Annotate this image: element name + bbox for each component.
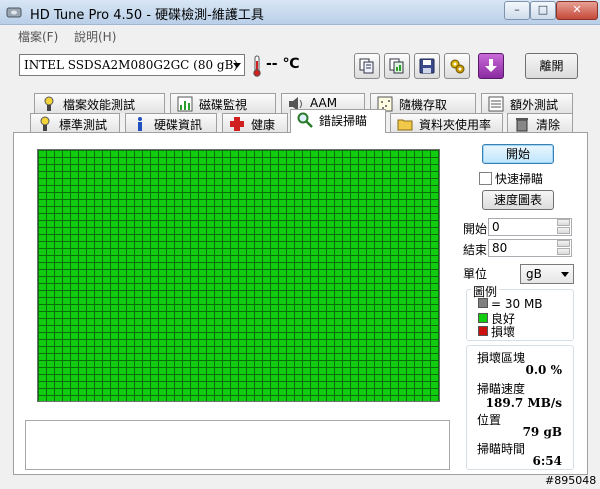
download-button[interactable] bbox=[478, 53, 504, 79]
tab-disk-monitor[interactable]: 磁碟監視 bbox=[170, 93, 276, 113]
green-swatch-icon bbox=[478, 313, 488, 323]
disk-monitor-icon bbox=[177, 96, 193, 112]
copy-info-button[interactable] bbox=[354, 53, 380, 79]
end-label: 結束 bbox=[463, 243, 488, 257]
menu-bar: 檔案(F) 說明(H) bbox=[0, 25, 600, 45]
close-button[interactable]: ✕ bbox=[556, 1, 598, 20]
drive-select[interactable]: INTEL SSDSA2M080G2GC (80 gB) bbox=[19, 54, 245, 76]
speed-map-button[interactable]: 速度圖表 bbox=[482, 190, 554, 210]
download-icon bbox=[485, 59, 497, 72]
info-icon bbox=[138, 117, 142, 131]
red-swatch-icon bbox=[478, 326, 488, 336]
checkbox-box[interactable] bbox=[479, 172, 492, 185]
legend-label: = 30 MB bbox=[491, 297, 543, 311]
tab-label: 檔案效能測試 bbox=[63, 98, 136, 112]
tab-health[interactable]: 健康 bbox=[222, 113, 288, 133]
tab-label: 額外測試 bbox=[510, 98, 559, 112]
tab-label: 標準測試 bbox=[59, 118, 108, 132]
tab-label: 健康 bbox=[251, 118, 276, 132]
legend-item-damaged: 損壞 bbox=[478, 323, 515, 340]
tab-label: AAM bbox=[310, 96, 338, 110]
unit-select[interactable]: gB bbox=[520, 264, 574, 284]
menu-file[interactable]: 檔案(F) bbox=[18, 28, 58, 45]
chevron-down-icon bbox=[561, 272, 569, 277]
tab-label: 硬碟資訊 bbox=[154, 118, 203, 132]
start-spinner[interactable]: 0 bbox=[488, 218, 572, 236]
tab-folder-usage[interactable]: 資料夾使用率 bbox=[390, 113, 503, 133]
spin-up-icon[interactable] bbox=[557, 240, 570, 247]
scan-log bbox=[25, 420, 450, 470]
scan-speed-value: 189.7 MB/s bbox=[485, 396, 562, 410]
tab-erase[interactable]: 清除 bbox=[507, 113, 573, 133]
end-spinner[interactable]: 80 bbox=[488, 239, 572, 257]
scan-time-value: 6:54 bbox=[532, 454, 562, 468]
scan-block-grid bbox=[37, 149, 440, 402]
window-title: HD Tune Pro 4.50 - 硬碟檢測-維護工具 bbox=[30, 8, 264, 23]
tab-drive-info[interactable]: 硬碟資訊 bbox=[125, 113, 217, 133]
options-icon bbox=[450, 59, 465, 74]
file-benchmark-icon bbox=[44, 96, 54, 111]
legend-item-block: = 30 MB bbox=[478, 297, 543, 311]
start-label: 開始 bbox=[463, 222, 488, 236]
start-value: 0 bbox=[492, 220, 500, 234]
position-label: 位置 bbox=[477, 413, 502, 427]
tab-label: 資料夾使用率 bbox=[419, 118, 492, 132]
health-cross-icon bbox=[230, 117, 244, 131]
damaged-blocks-value: 0.0 % bbox=[525, 363, 562, 377]
unit-label: 單位 bbox=[463, 267, 488, 281]
legend-label: 損壞 bbox=[491, 325, 516, 339]
save-button[interactable] bbox=[414, 53, 440, 79]
copy-info-icon bbox=[359, 58, 374, 74]
minimize-button[interactable]: – bbox=[504, 1, 530, 20]
quick-scan-label: 快速掃瞄 bbox=[495, 172, 544, 186]
exit-button[interactable]: 離開 bbox=[525, 53, 578, 79]
save-icon bbox=[419, 58, 435, 74]
magnifier-icon bbox=[297, 112, 313, 128]
tab-file-benchmark[interactable]: 檔案效能測試 bbox=[34, 93, 165, 113]
copy-screenshot-button[interactable] bbox=[384, 53, 410, 79]
tab-label: 錯誤掃瞄 bbox=[319, 114, 368, 128]
position-value: 79 gB bbox=[522, 425, 562, 439]
tab-label: 隨機存取 bbox=[399, 98, 448, 112]
app-disk-icon bbox=[6, 7, 22, 18]
tab-label: 磁碟監視 bbox=[199, 98, 248, 112]
spin-up-icon[interactable] bbox=[557, 219, 570, 226]
folder-icon bbox=[397, 119, 413, 131]
end-value: 80 bbox=[492, 241, 508, 255]
menu-help[interactable]: 說明(H) bbox=[74, 28, 116, 45]
title-bar: HD Tune Pro 4.50 - 硬碟檢測-維護工具 – □ ✕ bbox=[0, 0, 600, 25]
chevron-down-icon bbox=[233, 63, 241, 68]
start-scan-button[interactable]: 開始 bbox=[482, 144, 554, 164]
thermometer-icon bbox=[253, 55, 261, 77]
drive-select-value: INTEL SSDSA2M080G2GC (80 gB) bbox=[24, 58, 239, 72]
scan-time-label: 掃瞄時間 bbox=[477, 442, 526, 456]
benchmark-icon bbox=[40, 116, 50, 131]
spin-down-icon[interactable] bbox=[557, 248, 570, 255]
options-button[interactable] bbox=[444, 53, 470, 79]
damaged-blocks-label: 損壞區塊 bbox=[477, 351, 526, 365]
copy-screenshot-icon bbox=[389, 58, 404, 74]
extra-tests-icon bbox=[488, 96, 504, 112]
scan-speed-label: 掃瞄速度 bbox=[477, 382, 526, 396]
gray-swatch-icon bbox=[478, 298, 488, 308]
tab-benchmark[interactable]: 標準測試 bbox=[30, 113, 120, 133]
unit-value: gB bbox=[526, 267, 542, 281]
tab-label: 清除 bbox=[536, 118, 561, 132]
maximize-button[interactable]: □ bbox=[530, 1, 556, 20]
tab-extra-tests[interactable]: 額外測試 bbox=[481, 93, 573, 113]
trash-icon bbox=[516, 118, 528, 132]
spin-down-icon[interactable] bbox=[557, 227, 570, 234]
quick-scan-checkbox[interactable]: 快速掃瞄 bbox=[479, 170, 543, 187]
temperature-readout: -- ℃ bbox=[266, 56, 300, 72]
tab-error-scan[interactable]: 錯誤掃瞄 bbox=[290, 109, 386, 133]
watermark-text: #895048 bbox=[545, 474, 597, 487]
